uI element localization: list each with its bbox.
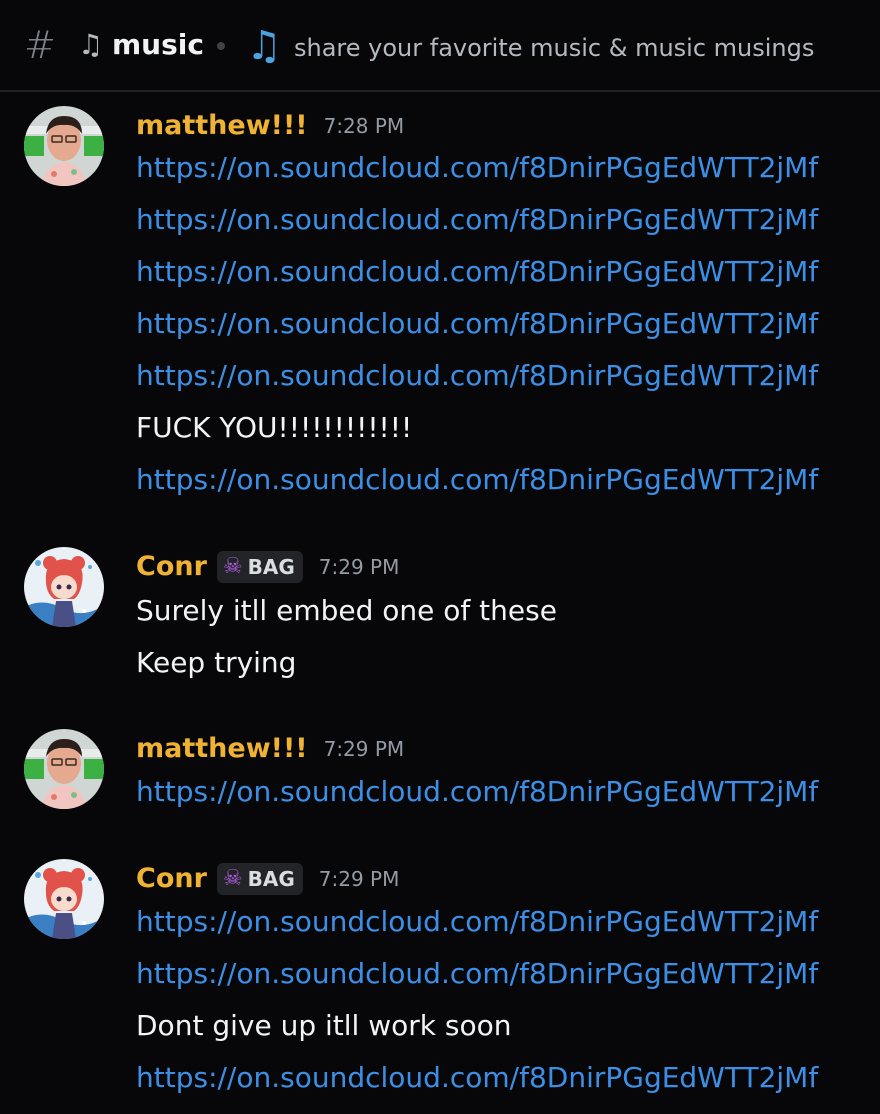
message-meta: matthew!!! 7:28 PM: [136, 106, 404, 146]
channel-name[interactable]: music: [112, 24, 204, 66]
timestamp: 7:29 PM: [318, 867, 400, 891]
message-link[interactable]: https://on.soundcloud.com/f8DnirPGgEdWTT…: [136, 356, 818, 396]
message-link[interactable]: https://on.soundcloud.com/f8DnirPGgEdWTT…: [136, 902, 818, 942]
avatar[interactable]: [24, 547, 104, 627]
conr-avatar-image: [24, 859, 104, 939]
message-link[interactable]: https://on.soundcloud.com/f8DnirPGgEdWTT…: [136, 1058, 818, 1098]
skull-icon: ☠: [222, 554, 243, 579]
guild-tag-label: BAG: [247, 867, 295, 891]
matthew-avatar-image: [24, 729, 104, 809]
message-link[interactable]: https://on.soundcloud.com/f8DnirPGgEdWTT…: [136, 200, 818, 240]
username[interactable]: Conr: [136, 859, 207, 899]
avatar[interactable]: [24, 106, 104, 186]
guild-tag[interactable]: ☠ BAG: [216, 863, 303, 895]
channel-topic[interactable]: share your favorite music & music musing…: [294, 28, 814, 68]
message-text: Dont give up itll work soon: [136, 1009, 512, 1042]
skull-icon: ☠: [222, 866, 243, 891]
username[interactable]: Conr: [136, 547, 207, 587]
message-meta: Conr ☠ BAG 7:29 PM: [136, 547, 399, 587]
message-meta: matthew!!! 7:29 PM: [136, 729, 404, 769]
guild-tag-label: BAG: [247, 555, 295, 579]
guild-tag[interactable]: ☠ BAG: [216, 551, 303, 583]
timestamp: 7:29 PM: [323, 737, 405, 761]
message-text: Surely itll embed one of these: [136, 594, 557, 627]
message-link[interactable]: https://on.soundcloud.com/f8DnirPGgEdWTT…: [136, 252, 818, 292]
avatar[interactable]: [24, 859, 104, 939]
conr-avatar-image: [24, 547, 104, 627]
music-note-icon: ♫: [78, 28, 104, 61]
username[interactable]: matthew!!!: [136, 106, 308, 146]
hash-icon: #: [24, 23, 56, 67]
message-link[interactable]: https://on.soundcloud.com/f8DnirPGgEdWTT…: [136, 148, 818, 188]
message-link[interactable]: https://on.soundcloud.com/f8DnirPGgEdWTT…: [136, 954, 818, 994]
separator-dot: [217, 42, 225, 50]
message-meta: Conr ☠ BAG 7:29 PM: [136, 859, 399, 899]
music-notes-icon: ♫: [246, 23, 282, 69]
channel-header: # ♫ music ♫ share your favorite music & …: [0, 0, 880, 92]
message-text: FUCK YOU!!!!!!!!!!!!: [136, 411, 413, 444]
matthew-avatar-image: [24, 106, 104, 186]
timestamp: 7:29 PM: [318, 555, 400, 579]
message-text: Keep trying: [136, 646, 297, 679]
username[interactable]: matthew!!!: [136, 729, 308, 769]
message-link[interactable]: https://on.soundcloud.com/f8DnirPGgEdWTT…: [136, 304, 818, 344]
timestamp: 7:28 PM: [323, 114, 405, 138]
message-link[interactable]: https://on.soundcloud.com/f8DnirPGgEdWTT…: [136, 772, 818, 812]
avatar[interactable]: [24, 729, 104, 809]
message-link[interactable]: https://on.soundcloud.com/f8DnirPGgEdWTT…: [136, 460, 818, 500]
